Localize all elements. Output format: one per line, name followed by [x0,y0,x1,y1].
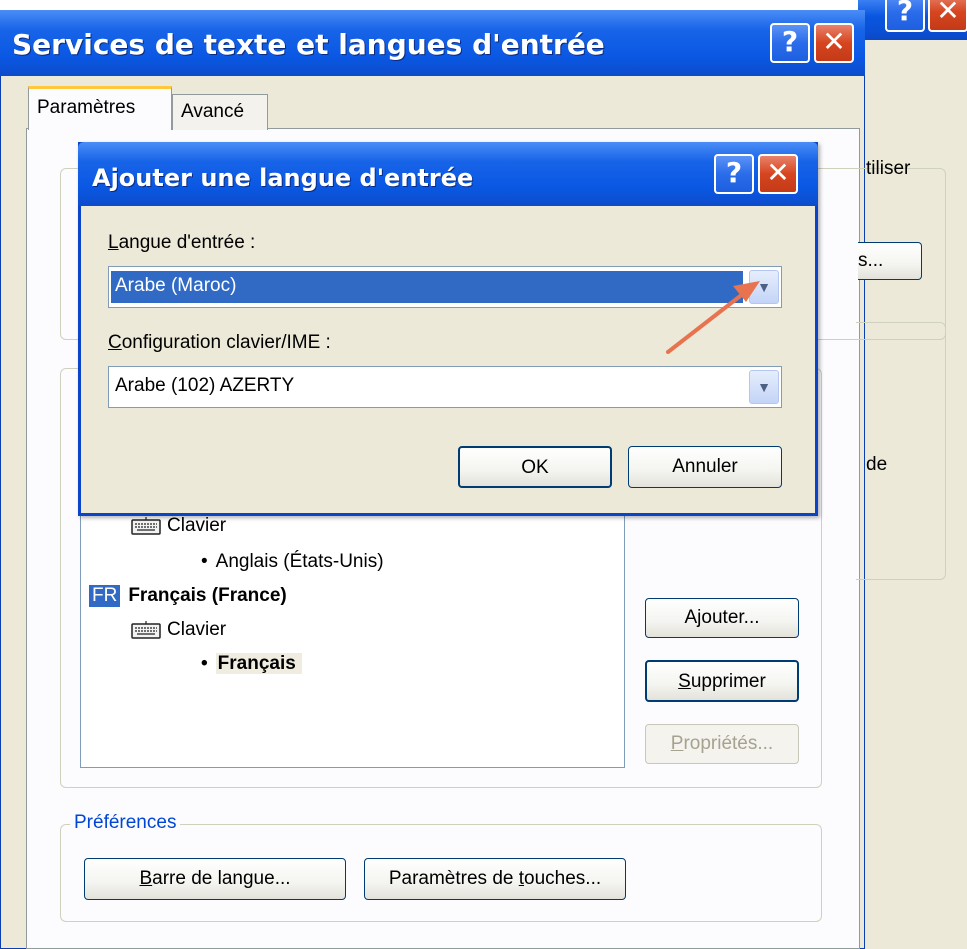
annotation-arrow-icon [666,281,760,354]
